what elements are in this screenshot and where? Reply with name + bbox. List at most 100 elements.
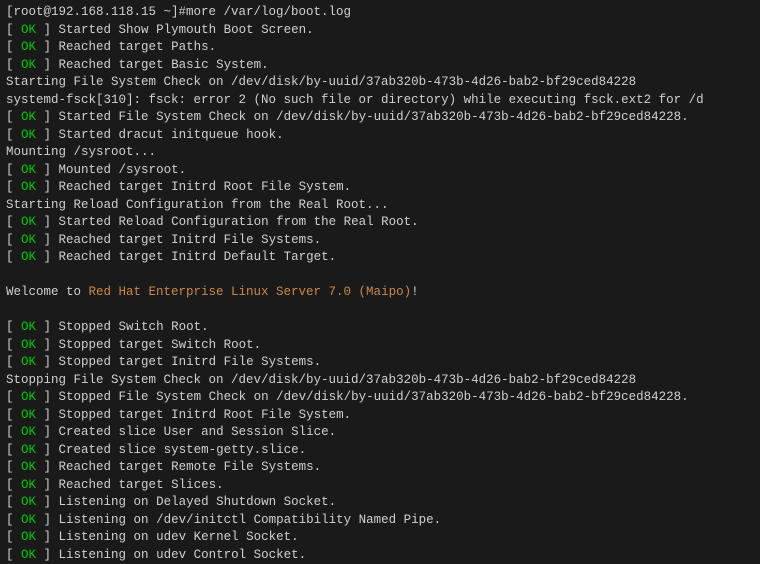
bracket-open: [ <box>6 23 21 37</box>
bracket-close: ] <box>36 478 59 492</box>
boot-msg: Listening on udev Kernel Socket. <box>59 530 299 544</box>
bracket-open: [ <box>6 163 21 177</box>
ok-status: OK <box>21 128 36 142</box>
ok-status: OK <box>21 425 36 439</box>
boot-msg: Starting Reload Configuration from the R… <box>6 198 389 212</box>
boot-msg: Reached target Basic System. <box>59 58 269 72</box>
bracket-open: [ <box>6 110 21 124</box>
boot-msg: Mounting /sysroot... <box>6 145 156 159</box>
boot-line: [ OK ] Stopped target Initrd File System… <box>6 354 754 372</box>
boot-line: [ OK ] Stopped target Initrd Root File S… <box>6 407 754 425</box>
bracket-close: ] <box>36 495 59 509</box>
boot-line: [ OK ] Created slice system-getty.slice. <box>6 442 754 460</box>
bracket-open: [ <box>6 215 21 229</box>
ok-status: OK <box>21 163 36 177</box>
bracket-open: [ <box>6 408 21 422</box>
ok-status: OK <box>21 495 36 509</box>
boot-line: [ OK ] Stopped target Switch Root. <box>6 337 754 355</box>
ok-status: OK <box>21 40 36 54</box>
boot-line: [ OK ] Created slice User and Session Sl… <box>6 424 754 442</box>
bracket-close: ] <box>36 250 59 264</box>
os-name: Red Hat Enterprise Linux Server 7.0 (Mai… <box>89 285 412 299</box>
ok-status: OK <box>21 548 36 562</box>
boot-line: [ OK ] Reached target Slices. <box>6 477 754 495</box>
boot-line: [ OK ] Listening on udev Control Socket. <box>6 547 754 564</box>
bracket-open: [ <box>6 233 21 247</box>
bracket-close: ] <box>36 338 59 352</box>
bracket-open: [ <box>6 425 21 439</box>
bracket-close: ] <box>36 355 59 369</box>
boot-msg: Stopped Switch Root. <box>59 320 209 334</box>
boot-line-error: systemd-fsck[310]: fsck: error 2 (No suc… <box>6 92 754 110</box>
boot-line: [ OK ] Reached target Remote File System… <box>6 459 754 477</box>
bracket-close: ] <box>36 320 59 334</box>
boot-msg: Mounted /sysroot. <box>59 163 187 177</box>
bracket-close: ] <box>36 128 59 142</box>
ok-status: OK <box>21 478 36 492</box>
bracket-close: ] <box>36 548 59 562</box>
bracket-open: [ <box>6 460 21 474</box>
welcome-pre: Welcome to <box>6 285 89 299</box>
ok-status: OK <box>21 180 36 194</box>
ok-status: OK <box>21 110 36 124</box>
boot-line-noindent: Starting File System Check on /dev/disk/… <box>6 74 754 92</box>
bracket-close: ] <box>36 460 59 474</box>
boot-msg: Reached target Initrd Root File System. <box>59 180 352 194</box>
bracket-open: [ <box>6 443 21 457</box>
bracket-open: [ <box>6 530 21 544</box>
bracket-open: [ <box>6 338 21 352</box>
boot-msg: Stopped File System Check on /dev/disk/b… <box>59 390 689 404</box>
bracket-open: [ <box>6 58 21 72</box>
boot-msg: systemd-fsck[310]: fsck: error 2 (No suc… <box>6 93 704 107</box>
ok-status: OK <box>21 513 36 527</box>
boot-msg: Reached target Initrd File Systems. <box>59 233 322 247</box>
bracket-open: [ <box>6 180 21 194</box>
boot-line: [ OK ] Started Reload Configuration from… <box>6 214 754 232</box>
bracket-open: [ <box>6 513 21 527</box>
boot-line-noindent: Mounting /sysroot... <box>6 144 754 162</box>
bracket-close: ] <box>36 408 59 422</box>
bracket-close: ] <box>36 390 59 404</box>
boot-line: [ OK ] Stopped File System Check on /dev… <box>6 389 754 407</box>
boot-line-noindent: Starting Reload Configuration from the R… <box>6 197 754 215</box>
boot-line: [ OK ] Started File System Check on /dev… <box>6 109 754 127</box>
bracket-close: ] <box>36 530 59 544</box>
bracket-close: ] <box>36 58 59 72</box>
boot-msg: Reached target Remote File Systems. <box>59 460 322 474</box>
boot-msg: Listening on Delayed Shutdown Socket. <box>59 495 337 509</box>
boot-msg: Started Reload Configuration from the Re… <box>59 215 419 229</box>
boot-msg: Stopped target Switch Root. <box>59 338 262 352</box>
boot-msg: Starting File System Check on /dev/disk/… <box>6 75 636 89</box>
boot-line: [ OK ] Reached target Basic System. <box>6 57 754 75</box>
bracket-close: ] <box>36 513 59 527</box>
welcome-post: ! <box>411 285 419 299</box>
boot-line-noindent: Stopping File System Check on /dev/disk/… <box>6 372 754 390</box>
boot-line: [ OK ] Listening on udev Kernel Socket. <box>6 529 754 547</box>
ok-status: OK <box>21 250 36 264</box>
bracket-close: ] <box>36 233 59 247</box>
boot-line: [ OK ] Reached target Initrd Default Tar… <box>6 249 754 267</box>
bracket-open: [ <box>6 128 21 142</box>
bracket-open: [ <box>6 390 21 404</box>
boot-line: [ OK ] Started dracut initqueue hook. <box>6 127 754 145</box>
bracket-open: [ <box>6 40 21 54</box>
bracket-close: ] <box>36 163 59 177</box>
boot-msg: Reached target Paths. <box>59 40 217 54</box>
boot-line: [ OK ] Reached target Initrd File System… <box>6 232 754 250</box>
boot-line: [ OK ] Stopped Switch Root. <box>6 319 754 337</box>
boot-line: [ OK ] Listening on /dev/initctl Compati… <box>6 512 754 530</box>
bracket-close: ] <box>36 40 59 54</box>
boot-msg: Reached target Slices. <box>59 478 224 492</box>
ok-status: OK <box>21 443 36 457</box>
ok-status: OK <box>21 408 36 422</box>
boot-msg: Started File System Check on /dev/disk/b… <box>59 110 689 124</box>
ok-status: OK <box>21 23 36 37</box>
bracket-close: ] <box>36 425 59 439</box>
boot-msg: Stopping File System Check on /dev/disk/… <box>6 373 636 387</box>
bracket-open: [ <box>6 250 21 264</box>
ok-status: OK <box>21 320 36 334</box>
bracket-close: ] <box>36 180 59 194</box>
bracket-close: ] <box>36 110 59 124</box>
boot-msg: Started dracut initqueue hook. <box>59 128 284 142</box>
shell-prompt: [root@192.168.118.15 ~]#more /var/log/bo… <box>6 4 754 22</box>
